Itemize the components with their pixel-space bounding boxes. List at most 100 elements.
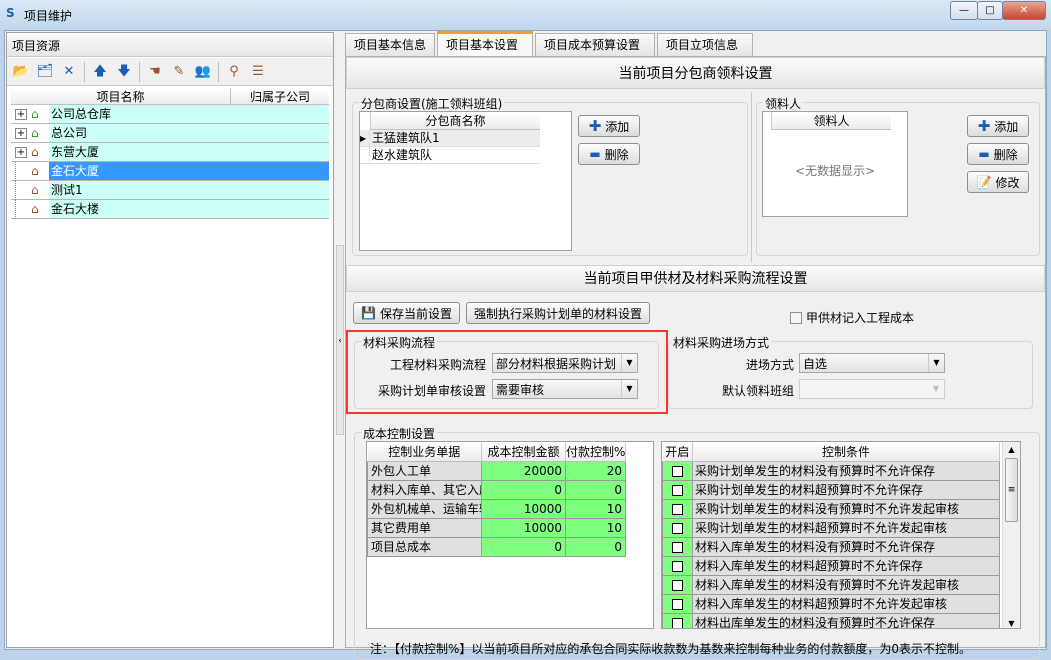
cost-row[interactable]: 外包机械单、运输车辆单1000010	[367, 498, 626, 519]
expand-icon[interactable]: +	[15, 127, 27, 139]
cost-amount[interactable]: 10000	[481, 498, 566, 519]
checkbox[interactable]	[672, 484, 683, 496]
delete-receiver-button[interactable]: ▬ 删除	[967, 143, 1029, 165]
cost-column-header[interactable]: 控制业务单据	[367, 442, 482, 462]
checkbox[interactable]	[672, 560, 683, 572]
enable-cell[interactable]	[662, 574, 693, 595]
condition-row[interactable]: 采购计划单发生的材料超预算时不允许发起审核	[662, 517, 1000, 538]
condition-row[interactable]: 采购计划单发生的材料没有预算时不允许发起审核	[662, 498, 1000, 519]
minimize-button[interactable]: —	[950, 1, 978, 20]
condition-row[interactable]: 材料入库单发生的材料超预算时不允许保存	[662, 555, 1000, 576]
condition-text: 材料出库单发生的材料没有预算时不允许保存	[692, 612, 1000, 628]
tab-0[interactable]: 项目基本信息	[345, 33, 435, 57]
expand-icon[interactable]: +	[15, 108, 27, 120]
column-project-name[interactable]: 项目名称	[11, 88, 231, 104]
condition-row[interactable]: 材料入库单发生的材料没有预算时不允许保存	[662, 536, 1000, 557]
add-receiver-button[interactable]: ✚ 添加	[967, 115, 1029, 137]
payment-percent[interactable]: 0	[565, 536, 626, 557]
delete-subcontractor-button[interactable]: ▬ 删除	[578, 143, 640, 165]
enable-cell[interactable]	[662, 612, 693, 628]
expand-icon[interactable]: +	[15, 146, 27, 158]
checkbox[interactable]	[672, 541, 683, 553]
receiver-group: 领料人 领料人 <无数据显示> ✚ 添加 ▬ 删除 📝 修改	[756, 95, 1040, 256]
condition-row[interactable]: 材料出库单发生的材料没有预算时不允许保存	[662, 612, 1000, 628]
jiagong-cost-checkbox-row[interactable]: 甲供材记入工程成本	[790, 309, 914, 326]
edit-receiver-button[interactable]: 📝 修改	[967, 171, 1029, 193]
payment-percent[interactable]: 10	[565, 498, 626, 519]
enable-cell[interactable]	[662, 479, 693, 500]
cost-amount[interactable]: 20000	[481, 460, 566, 481]
scroll-thumb[interactable]: ≡	[1005, 458, 1018, 522]
enable-cell[interactable]	[662, 498, 693, 519]
enable-cell[interactable]	[662, 517, 693, 538]
panel-header: 项目资源	[7, 33, 333, 57]
cost-column-header[interactable]: 付款控制%	[565, 442, 626, 462]
users-icon[interactable]: 👥	[194, 63, 212, 81]
scrollbar[interactable]: ▲ ≡ ▼	[1002, 442, 1020, 628]
list-icon[interactable]: ☰	[249, 63, 267, 81]
enable-cell[interactable]	[662, 555, 693, 576]
arrow-down-icon[interactable]: 🡇	[115, 63, 133, 81]
cost-row[interactable]: 项目总成本 0 0	[367, 536, 626, 557]
eraser-icon[interactable]: ✎	[170, 63, 188, 81]
condition-row[interactable]: 材料入库单发生的材料没有预算时不允许发起审核	[662, 574, 1000, 595]
tree-item[interactable]: ⌂ 金石大厦	[11, 161, 329, 181]
enable-cell[interactable]	[662, 460, 693, 481]
add-subcontractor-button[interactable]: ✚ 添加	[578, 115, 640, 137]
payment-percent[interactable]: 0	[565, 479, 626, 500]
tree-item[interactable]: + ⌂ 公司总仓库	[11, 105, 329, 124]
cost-amount[interactable]: 10000	[481, 517, 566, 538]
column-subsidiary[interactable]: 归属子公司	[231, 88, 329, 104]
select-value: 需要审核	[496, 382, 545, 397]
checkbox[interactable]	[672, 503, 683, 515]
tab-1[interactable]: 项目基本设置	[437, 31, 533, 57]
procurement-flow-select[interactable]: 部分材料根据采购计划 ▼	[492, 353, 638, 373]
checkbox[interactable]	[672, 522, 683, 534]
scroll-down-icon[interactable]: ▼	[1003, 619, 1020, 628]
cost-row[interactable]: 外包人工单 20000 20	[367, 460, 626, 481]
condition-row[interactable]: 采购计划单发生的材料没有预算时不允许保存	[662, 460, 1000, 481]
condition-row[interactable]: 采购计划单发生的材料超预算时不允许保存	[662, 479, 1000, 500]
checkbox[interactable]	[790, 311, 802, 324]
enable-cell[interactable]	[662, 536, 693, 557]
cost-column-header[interactable]: 成本控制金额	[481, 442, 566, 462]
checkbox[interactable]	[672, 598, 683, 610]
cost-row[interactable]: 其它费用单 10000 10	[367, 517, 626, 538]
new-folder-icon[interactable]: 📂	[12, 63, 30, 81]
condition-column-header[interactable]: 开启	[662, 442, 693, 462]
entry-method-select[interactable]: 自选 ▼	[799, 353, 945, 373]
subcontractor-row[interactable]: ▶ 王猛建筑队1	[360, 130, 540, 147]
tree-item[interactable]: ⌂ 金石大楼	[11, 199, 329, 219]
checkbox[interactable]	[672, 579, 683, 591]
tab-3[interactable]: 项目立项信息	[657, 33, 753, 57]
checkbox[interactable]	[672, 617, 683, 628]
cost-amount[interactable]: 0	[481, 479, 566, 500]
cost-row[interactable]: 材料入库单、其它入库单00	[367, 479, 626, 500]
tree-item-label: 公司总仓库	[49, 105, 329, 123]
payment-percent[interactable]: 20	[565, 460, 626, 481]
tree-item[interactable]: + ⌂ 东营大厦	[11, 143, 329, 162]
maximize-button[interactable]: □	[977, 1, 1003, 20]
scroll-up-icon[interactable]: ▲	[1003, 442, 1020, 458]
subcontractor-row[interactable]: 赵水建筑队	[360, 147, 540, 164]
condition-column-header[interactable]: 控制条件	[692, 442, 1000, 462]
plan-audit-select[interactable]: 需要审核 ▼	[492, 379, 638, 399]
force-plan-settings-button[interactable]: 强制执行采购计划单的材料设置	[466, 302, 650, 324]
pointing-hand-icon[interactable]: ☚	[146, 63, 164, 81]
arrow-up-icon[interactable]: 🡅	[91, 63, 109, 81]
edit-folder-icon[interactable]: 🗂	[36, 63, 54, 81]
tree-item[interactable]: + ⌂ 总公司	[11, 124, 329, 143]
condition-row[interactable]: 材料入库单发生的材料超预算时不允许发起审核	[662, 593, 1000, 614]
delete-icon[interactable]: ✕	[60, 63, 78, 81]
enable-cell[interactable]	[662, 593, 693, 614]
tab-2[interactable]: 项目成本预算设置	[535, 33, 655, 57]
close-button[interactable]: ✕	[1002, 1, 1046, 20]
binoculars-icon[interactable]: ⚲	[225, 63, 243, 81]
cost-amount[interactable]: 0	[481, 536, 566, 557]
payment-percent[interactable]: 10	[565, 517, 626, 538]
checkbox[interactable]	[672, 465, 683, 477]
default-team-select[interactable]: ▼	[799, 379, 945, 399]
tree-item[interactable]: ⌂ 测试1	[11, 180, 329, 200]
collapse-splitter[interactable]: ‹	[336, 245, 344, 435]
save-settings-button[interactable]: 💾 保存当前设置	[353, 302, 460, 324]
